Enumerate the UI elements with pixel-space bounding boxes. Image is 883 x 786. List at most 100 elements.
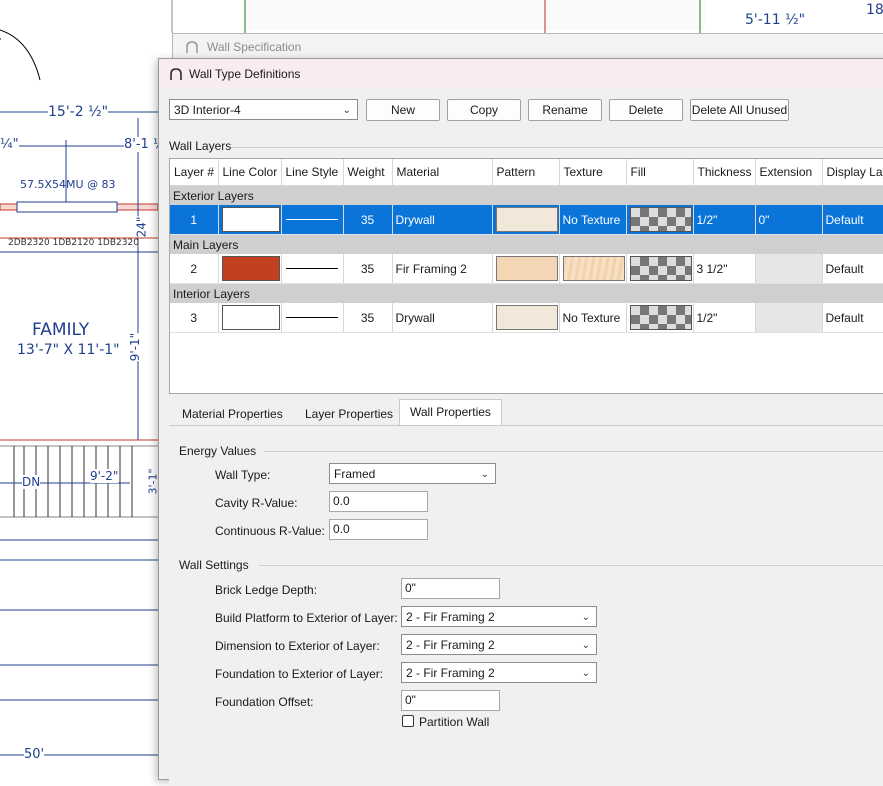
section-label: Interior Layers	[170, 283, 883, 303]
dialog-title: Wall Type Definitions	[189, 67, 301, 81]
delete-all-unused-button[interactable]: Delete All Unused	[690, 99, 789, 121]
line-style-sample	[286, 317, 338, 318]
copy-button[interactable]: Copy	[447, 99, 521, 121]
thickness-cell[interactable]: 3 1/2"	[693, 254, 756, 284]
column-header[interactable]: Layer #	[170, 159, 219, 186]
wall-type-definitions-dialog[interactable]: Wall Type Definitions 3D Interior-4 ⌄ Ne…	[158, 58, 883, 786]
foundation-offset-input[interactable]: 0"	[401, 690, 500, 711]
wall-specification-title: Wall Specification	[207, 40, 302, 54]
fill-cell[interactable]	[626, 205, 694, 235]
line-style-cell[interactable]	[281, 303, 344, 333]
material-cell[interactable]: Drywall	[392, 205, 493, 235]
table-row[interactable]: 3 35 Drywall No Texture 1/2" Default	[170, 303, 883, 333]
wall-type-label: Wall Type:	[215, 468, 271, 482]
dimension-label: 50'	[24, 747, 45, 762]
wall-layers-table[interactable]: Layer # Line Color Line Style Weight Mat…	[169, 158, 883, 394]
column-header[interactable]: Line Style	[281, 159, 344, 186]
extension-cell[interactable]	[755, 254, 823, 284]
build-platform-value: 2 - Fir Framing 2	[406, 610, 495, 624]
build-platform-select[interactable]: 2 - Fir Framing 2 ⌄	[401, 606, 597, 627]
tab-material-properties[interactable]: Material Properties	[171, 401, 294, 425]
weight-cell[interactable]: 35	[343, 303, 393, 333]
column-header[interactable]: Fill	[626, 159, 694, 186]
partition-wall-checkbox[interactable]	[402, 715, 414, 727]
dimension-to-exterior-value: 2 - Fir Framing 2	[406, 638, 495, 652]
line-style-cell[interactable]	[281, 254, 344, 284]
material-cell[interactable]: Drywall	[392, 303, 493, 333]
rename-button[interactable]: Rename	[528, 99, 602, 121]
foundation-to-exterior-label: Foundation to Exterior of Layer:	[215, 667, 384, 681]
pattern-swatch[interactable]	[495, 256, 558, 281]
column-header[interactable]: Weight	[343, 159, 393, 186]
display-layer-cell[interactable]: Default	[822, 205, 883, 235]
table-row[interactable]: 2 35 Fir Framing 2 3 1/2" Default	[170, 254, 883, 284]
dialog-titlebar[interactable]: Wall Type Definitions	[159, 59, 883, 89]
column-header[interactable]: Thickness	[693, 159, 756, 186]
pattern-cell[interactable]	[492, 205, 560, 235]
new-button[interactable]: New	[366, 99, 440, 121]
material-cell[interactable]: Fir Framing 2	[392, 254, 493, 284]
dimension-label: 15'-2 ½"	[48, 104, 109, 120]
wall-specification-titlebar[interactable]: Wall Specification	[173, 34, 883, 60]
energy-wall-type-select[interactable]: Framed ⌄	[329, 463, 496, 484]
fill-checker-swatch[interactable]	[629, 305, 692, 330]
foundation-offset-label: Foundation Offset:	[215, 695, 314, 709]
fill-checker-swatch[interactable]	[629, 256, 692, 281]
weight-cell[interactable]: 35	[343, 254, 393, 284]
column-header[interactable]: Line Color	[218, 159, 282, 186]
window-label: 57.5X54MU @ 83	[20, 178, 116, 191]
room-name: FAMILY	[32, 320, 90, 340]
pattern-swatch[interactable]	[495, 207, 558, 232]
column-header[interactable]: Extension	[755, 159, 823, 186]
column-header[interactable]: Material	[392, 159, 493, 186]
display-layer-cell[interactable]: Default	[822, 303, 883, 333]
column-header[interactable]: Display Lay	[822, 159, 883, 186]
partition-wall-label[interactable]: Partition Wall	[419, 715, 489, 729]
texture-cell[interactable]: No Texture	[559, 205, 627, 235]
pattern-cell[interactable]	[492, 254, 560, 284]
line-color-cell[interactable]	[218, 205, 282, 235]
dimension-label: 9'-2"	[90, 469, 119, 483]
pattern-swatch[interactable]	[495, 305, 558, 330]
line-color-cell[interactable]	[218, 303, 282, 333]
group-divider	[264, 451, 883, 452]
texture-cell[interactable]	[559, 254, 627, 284]
wall-type-select[interactable]: 3D Interior-4 ⌄	[169, 99, 358, 120]
tab-layer-properties[interactable]: Layer Properties	[294, 401, 404, 425]
delete-button[interactable]: Delete	[609, 99, 683, 121]
tab-wall-properties[interactable]: Wall Properties	[399, 399, 502, 426]
extension-cell[interactable]	[755, 303, 823, 333]
foundation-to-exterior-select[interactable]: 2 - Fir Framing 2 ⌄	[401, 662, 597, 683]
line-color-swatch[interactable]	[221, 305, 280, 330]
fill-cell[interactable]	[626, 303, 694, 333]
energy-values-heading: Energy Values	[179, 444, 257, 458]
column-header[interactable]: Texture	[559, 159, 627, 186]
table-row[interactable]: 1 35 Drywall No Texture 1/2" 0" Default	[170, 205, 883, 235]
dimension-to-exterior-select[interactable]: 2 - Fir Framing 2 ⌄	[401, 634, 597, 655]
extension-cell[interactable]: 0"	[755, 205, 823, 235]
line-style-cell[interactable]	[281, 205, 344, 235]
column-header[interactable]: Pattern	[492, 159, 560, 186]
fill-cell[interactable]	[626, 254, 694, 284]
pattern-cell[interactable]	[492, 303, 560, 333]
fill-checker-swatch[interactable]	[629, 207, 692, 232]
brick-ledge-input[interactable]: 0"	[401, 578, 500, 599]
wall-type-select-value: 3D Interior-4	[174, 103, 241, 117]
continuous-r-value-input[interactable]: 0.0	[329, 519, 428, 540]
arch-app-icon	[186, 41, 198, 53]
line-color-swatch[interactable]	[221, 256, 280, 281]
chevron-down-icon: ⌄	[342, 105, 351, 116]
thickness-cell[interactable]: 1/2"	[693, 205, 756, 235]
table-header: Layer # Line Color Line Style Weight Mat…	[170, 159, 883, 186]
group-divider	[231, 147, 883, 148]
line-color-cell[interactable]	[218, 254, 282, 284]
texture-swatch[interactable]	[562, 256, 625, 281]
stair-direction: DN	[22, 475, 41, 489]
thickness-cell[interactable]: 1/2"	[693, 303, 756, 333]
weight-cell[interactable]: 35	[343, 205, 393, 235]
texture-cell[interactable]: No Texture	[559, 303, 627, 333]
dimension-label: 18	[866, 2, 883, 18]
line-color-swatch[interactable]	[221, 207, 280, 232]
display-layer-cell[interactable]: Default	[822, 254, 883, 284]
cavity-r-value-input[interactable]: 0.0	[329, 491, 428, 512]
